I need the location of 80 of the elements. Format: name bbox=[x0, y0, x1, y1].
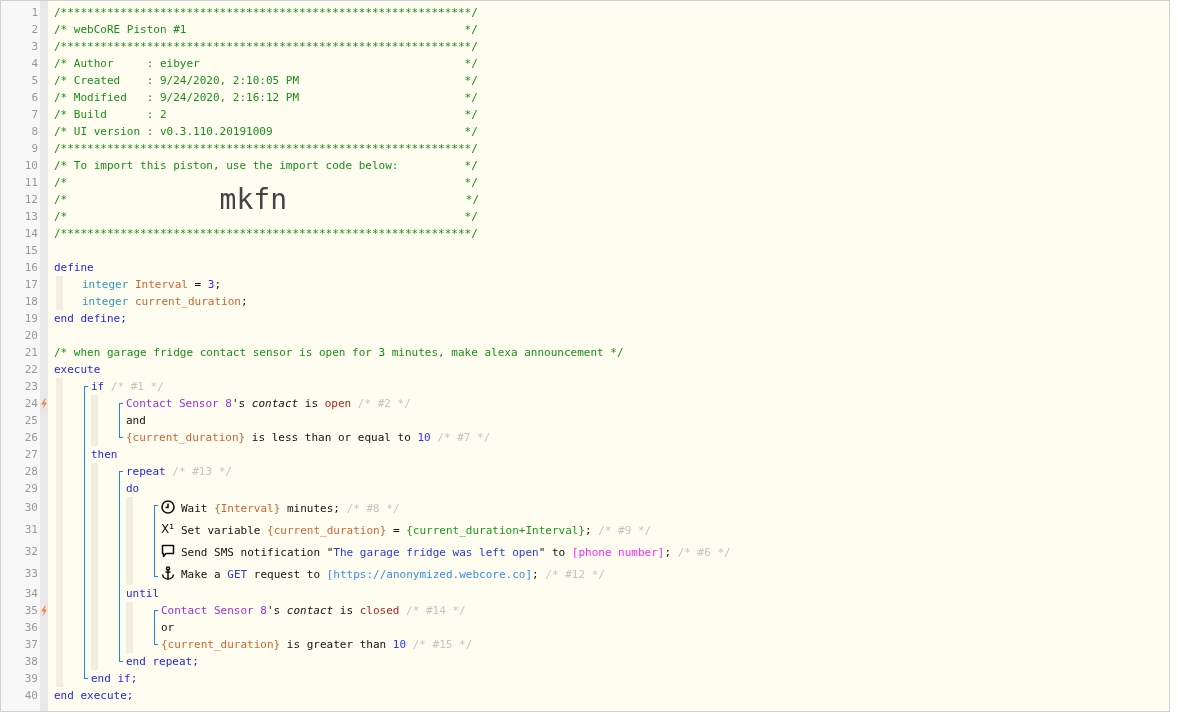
line-number: 23 bbox=[23, 379, 39, 395]
line-number: 14 bbox=[23, 226, 39, 242]
line-number: 39 bbox=[23, 671, 39, 687]
comment-line: /**************************************************************/ bbox=[54, 226, 478, 242]
code-line: do bbox=[126, 481, 140, 497]
line-number: 25 bbox=[23, 413, 39, 429]
line-number: 17 bbox=[23, 277, 39, 293]
code-line: repeat /* #13 */ bbox=[126, 464, 232, 480]
line-number: 9 bbox=[30, 141, 39, 157]
line-number: 20 bbox=[23, 328, 39, 344]
line-number: 12 bbox=[23, 192, 39, 208]
code-line: integer Interval = 3; bbox=[82, 277, 222, 293]
line-number: 19 bbox=[23, 311, 39, 327]
line-number: 31 bbox=[23, 522, 39, 538]
code-line: if /* #1 */ bbox=[91, 379, 164, 395]
line-number: 33 bbox=[23, 566, 39, 582]
line-number: 15 bbox=[23, 243, 39, 259]
line-number: 7 bbox=[30, 107, 39, 123]
line-number: 27 bbox=[23, 447, 39, 463]
comment-line: /* UI version : v0.3.110.20191009 */ bbox=[54, 124, 478, 140]
code-line: Contact Sensor 8's contact is closed /* #14 */ bbox=[161, 603, 466, 619]
line-number: 38 bbox=[23, 654, 39, 670]
line-number: 28 bbox=[23, 464, 39, 480]
code-line: integer current_duration; bbox=[82, 294, 248, 310]
code-line: define bbox=[54, 260, 94, 276]
comment-line: /* Created : 9/24/2020, 2:10:05 PM */ bbox=[54, 73, 478, 89]
line-number: 13 bbox=[23, 209, 39, 225]
line-number: 3 bbox=[30, 39, 39, 55]
line-number: 40 bbox=[23, 688, 39, 704]
line-number: 32 bbox=[23, 544, 39, 560]
line-number: 6 bbox=[30, 90, 39, 106]
comment-line: /* Modified : 9/24/2020, 2:16:12 PM */ bbox=[54, 90, 478, 106]
comment-line: /* */ bbox=[54, 209, 478, 225]
comment-line: /**************************************************************/ bbox=[54, 5, 478, 21]
code-line: execute bbox=[54, 362, 101, 378]
comment-line: /**************************************************************/ bbox=[54, 39, 478, 55]
code-line: end repeat; bbox=[126, 654, 199, 670]
clock-icon bbox=[161, 500, 175, 514]
comment-line: /* Author : eibyer */ bbox=[54, 56, 478, 72]
code-line: Set variable {current_duration} = {current_duration+Interval}; /* #9 */ bbox=[181, 523, 652, 539]
code-line: {current_duration} is less than or equal to 10 /* #7 */ bbox=[126, 430, 491, 446]
line-number: 4 bbox=[30, 56, 39, 72]
comment-line: /**************************************************************/ bbox=[54, 141, 478, 157]
line-number: 29 bbox=[23, 481, 39, 497]
code-line: end if; bbox=[91, 671, 138, 687]
line-number: 2 bbox=[30, 22, 39, 38]
line-number: 8 bbox=[30, 124, 39, 140]
code-line: end define; bbox=[54, 311, 127, 327]
anchor-icon bbox=[161, 566, 175, 580]
code-line: Send SMS notification "The garage fridge was left open" to [phone number]; /* #6 */ bbox=[181, 545, 731, 561]
line-number: 1 bbox=[30, 5, 39, 21]
code-line: or bbox=[161, 620, 175, 636]
variable-symbol-icon: X¹ bbox=[161, 522, 175, 536]
code-line: end execute; bbox=[54, 688, 134, 704]
code-line: Wait {Interval} minutes; /* #8 */ bbox=[181, 501, 400, 517]
code-line: Contact Sensor 8's contact is open /* #2 */ bbox=[126, 396, 411, 412]
line-number: 10 bbox=[23, 158, 39, 174]
line-number: 30 bbox=[23, 500, 39, 516]
code-line: then bbox=[91, 447, 118, 463]
line-number: 5 bbox=[30, 73, 39, 89]
line-number: 24 bbox=[23, 396, 39, 412]
line-number: 18 bbox=[23, 294, 39, 310]
code-line: {current_duration} is greater than 10 /* #15 */ bbox=[161, 637, 473, 653]
code-line: until bbox=[126, 586, 160, 602]
line-number: 34 bbox=[23, 586, 39, 602]
comment-line: /* Build : 2 */ bbox=[54, 107, 478, 123]
comment-line: /* when garage fridge contact sensor is open for 3 minutes, make alexa announcement */ bbox=[54, 345, 624, 361]
line-number: 22 bbox=[23, 362, 39, 378]
line-number: 21 bbox=[23, 345, 39, 361]
comment-line: /* webCoRE Piston #1 */ bbox=[54, 22, 478, 38]
line-number: 26 bbox=[23, 430, 39, 446]
line-number: 36 bbox=[23, 620, 39, 636]
line-number: 11 bbox=[23, 175, 39, 191]
code-line: and bbox=[126, 413, 146, 429]
comment-line: /* To import this piston, use the import code below: */ bbox=[54, 158, 478, 174]
code-line: Make a GET request to [https://anonymized.webcore.co]; /* #12 */ bbox=[181, 567, 605, 583]
speech-bubble-icon bbox=[161, 544, 175, 558]
line-number: 35 bbox=[23, 603, 39, 619]
line-number: 37 bbox=[23, 637, 39, 653]
line-number: 16 bbox=[23, 260, 39, 276]
